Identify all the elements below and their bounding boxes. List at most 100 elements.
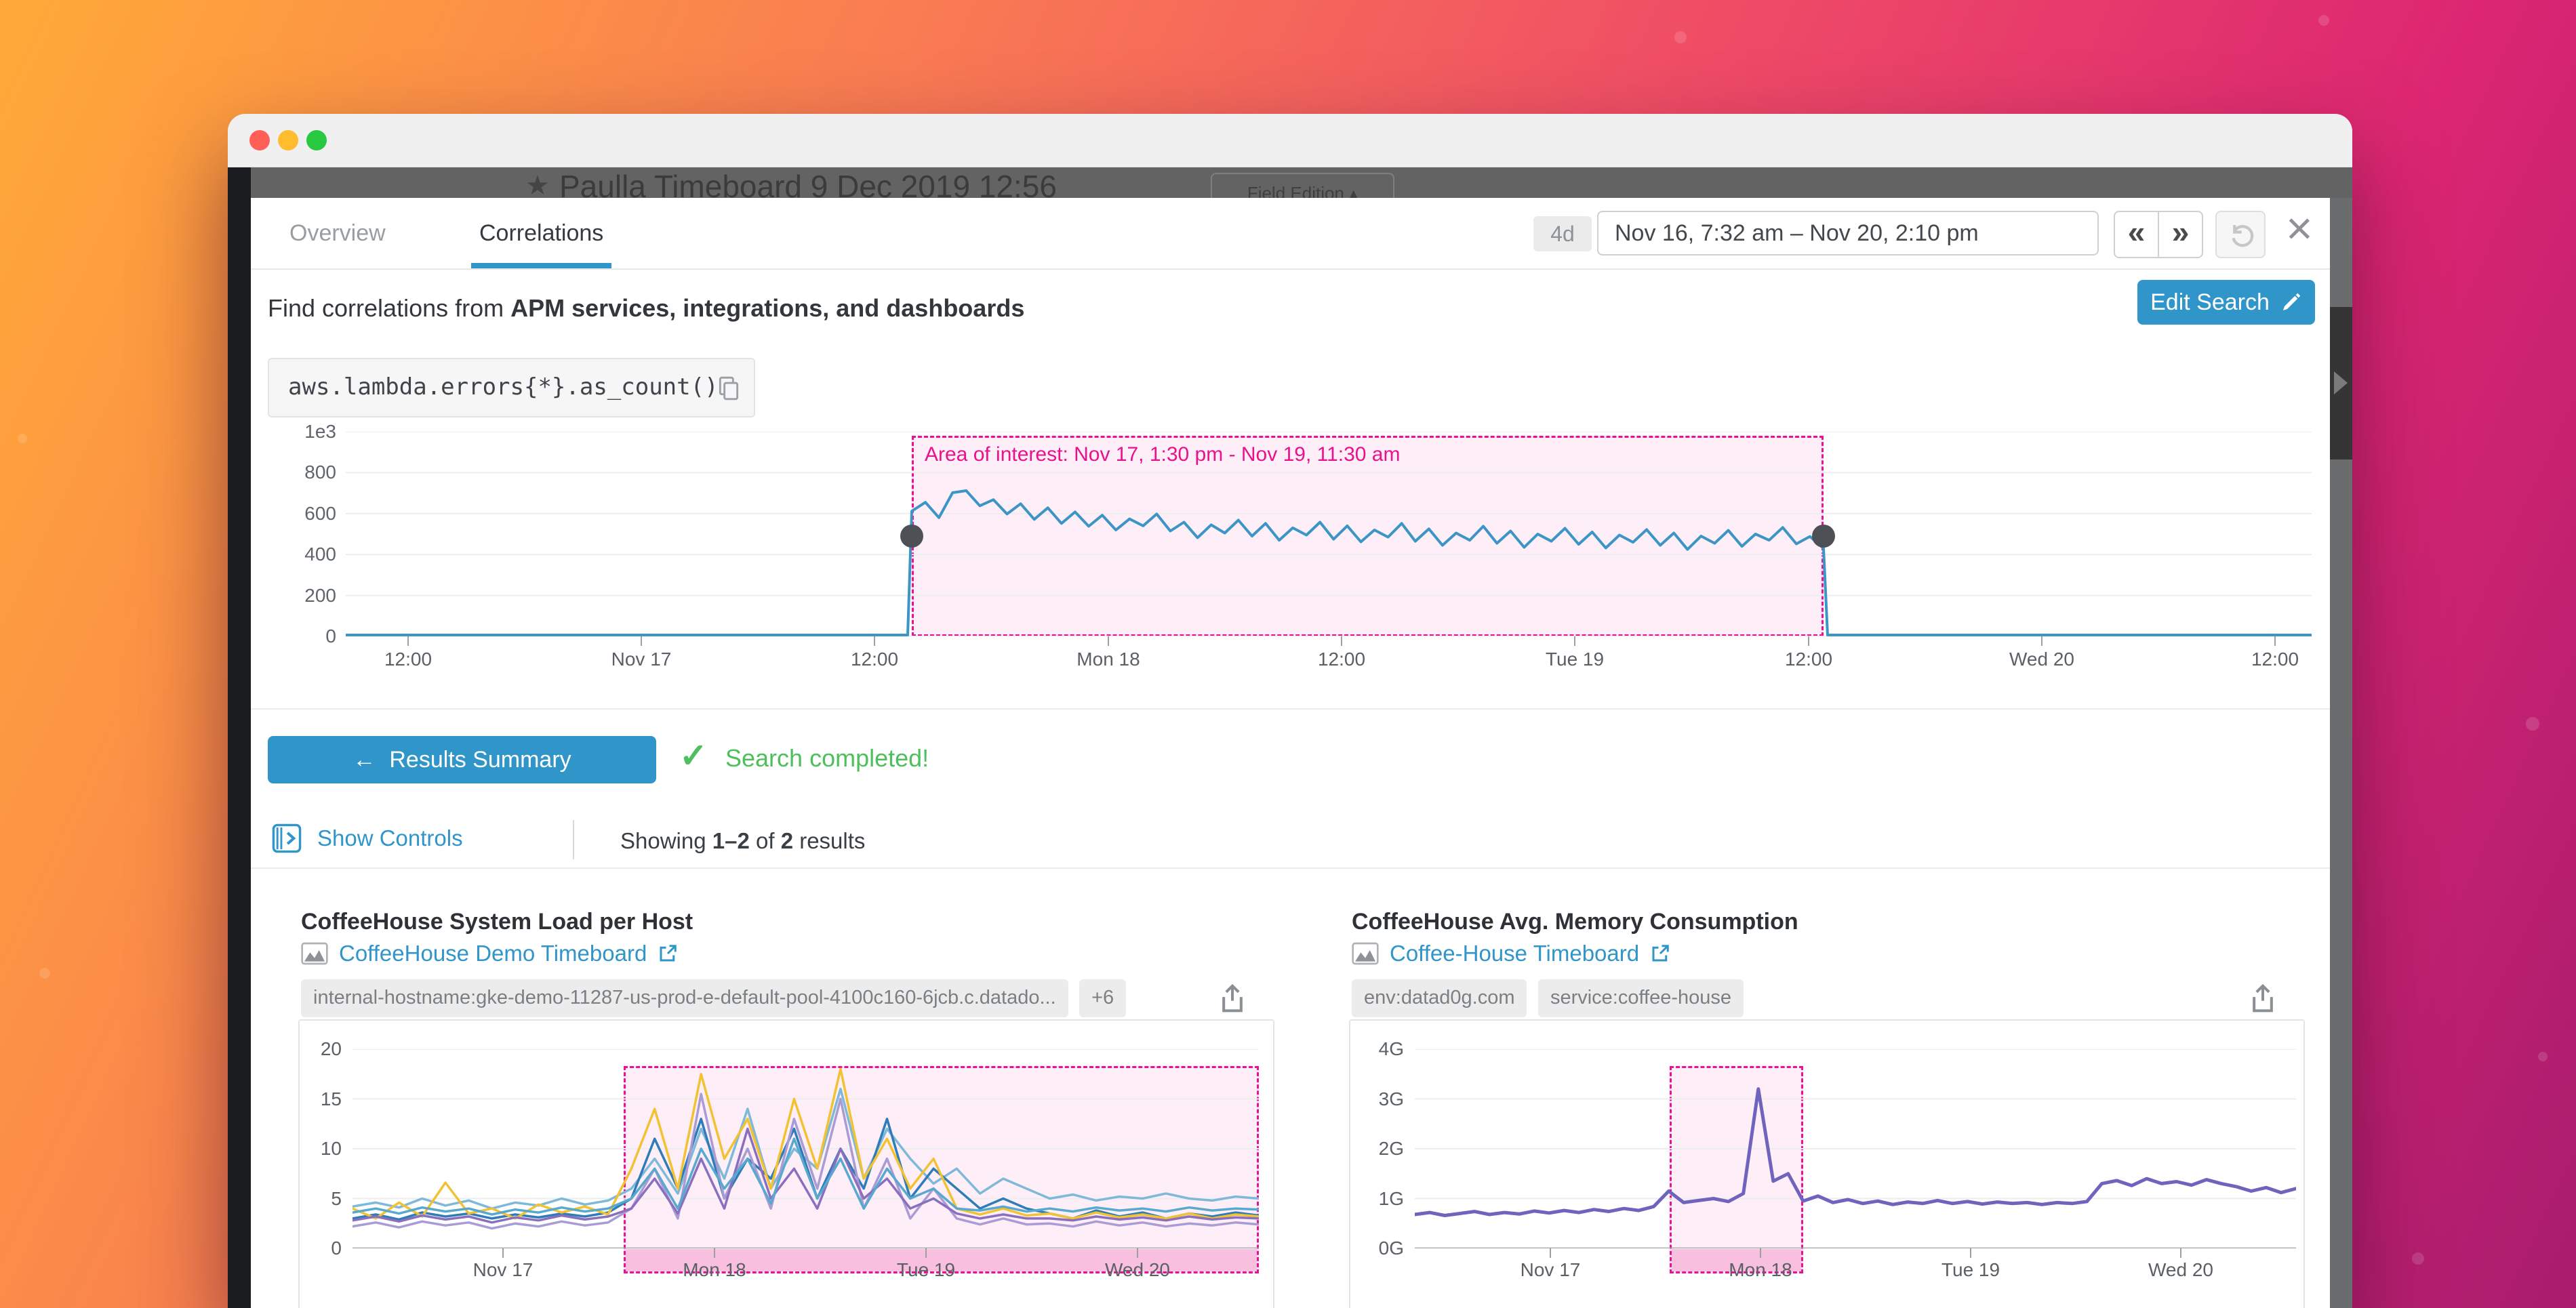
tag-pill[interactable]: internal-hostname:gke-demo-11287-us-prod… xyxy=(301,979,1068,1017)
edit-search-button[interactable]: Edit Search xyxy=(2137,280,2315,325)
x-tick-label: Tue 19 xyxy=(1941,1259,2000,1281)
query-pill: aws.lambda.errors{*}.as_count() xyxy=(268,358,755,417)
chart-tick-marks xyxy=(353,1248,1259,1258)
tick-mark xyxy=(925,1248,927,1258)
area-of-interest[interactable]: Area of interest: Nov 17, 1:30 pm - Nov … xyxy=(912,436,1824,636)
tick-mark xyxy=(1137,1248,1138,1258)
window-titlebar xyxy=(228,114,2352,167)
x-tick-label: Wed 20 xyxy=(2009,649,2074,670)
x-tick-label: Nov 17 xyxy=(473,1259,534,1281)
y-tick-label: 1G xyxy=(1354,1189,1404,1208)
close-traffic-light[interactable] xyxy=(249,130,270,150)
result-title: CoffeeHouse Avg. Memory Consumption xyxy=(1352,909,1798,935)
y-tick-label: 0G xyxy=(1354,1239,1404,1258)
tab-overview[interactable]: Overview xyxy=(281,198,394,263)
tick-mark xyxy=(1550,1248,1551,1258)
y-tick-label: 4G xyxy=(1354,1040,1404,1059)
tick-mark xyxy=(1760,1248,1761,1258)
show-controls-icon xyxy=(271,823,302,854)
tick-mark xyxy=(2274,636,2276,646)
result-title: CoffeeHouse System Load per Host xyxy=(301,909,693,935)
page-right-strip xyxy=(2330,198,2352,1308)
minimize-traffic-light[interactable] xyxy=(278,130,298,150)
x-tick-label: 12:00 xyxy=(1318,649,1365,670)
tick-mark xyxy=(1108,636,1109,646)
showing-prefix: Showing xyxy=(620,828,712,853)
x-tick-label: 12:00 xyxy=(384,649,432,670)
divider xyxy=(251,708,2330,710)
show-controls-link[interactable]: Show Controls xyxy=(271,823,463,854)
time-shift-buttons: « » xyxy=(2114,211,2203,258)
browser-window: ★ Paulla Timeboard 9 Dec 2019 12:56 Fiel… xyxy=(228,114,2352,1308)
search-completed-text: Search completed! xyxy=(725,744,929,773)
bg-dot xyxy=(39,968,50,979)
share-icon[interactable] xyxy=(1217,982,1247,1018)
tick-mark xyxy=(1574,636,1575,646)
y-tick-label: 800 xyxy=(271,462,336,483)
panel-toggle[interactable] xyxy=(2330,307,2352,459)
time-span-badge: 4d xyxy=(1533,216,1592,251)
tick-mark xyxy=(2041,636,2042,646)
results-count-text: Showing 1–2 of 2 results xyxy=(620,828,865,854)
results-summary-button[interactable]: ← Results Summary xyxy=(268,736,656,783)
tag-row: env:datad0g.com service:coffee-house xyxy=(1352,979,2305,1019)
area-handle-right[interactable] xyxy=(1812,525,1835,548)
timeboard-icon xyxy=(301,942,328,965)
dashboard-link-row: Coffee-House Timeboard xyxy=(1352,939,1670,968)
y-tick-label: 1e3 xyxy=(271,421,336,443)
zoom-traffic-light[interactable] xyxy=(306,130,327,150)
x-tick-label: 12:00 xyxy=(851,649,898,670)
dashboard-link[interactable]: Coffee-House Timeboard xyxy=(1390,941,1639,966)
time-forward-button[interactable]: » xyxy=(2159,212,2202,257)
share-icon[interactable] xyxy=(2248,982,2278,1018)
tag-pill[interactable]: service:coffee-house xyxy=(1538,979,1744,1017)
tab-correlations[interactable]: Correlations xyxy=(471,198,611,268)
external-link-icon[interactable] xyxy=(1650,943,1670,964)
showing-total: 2 xyxy=(781,828,793,853)
time-range-input[interactable]: Nov 16, 7:32 am – Nov 20, 2:10 pm xyxy=(1597,211,2099,256)
y-tick-label: 0 xyxy=(304,1239,342,1258)
time-reset-button[interactable] xyxy=(2215,211,2266,258)
copy-icon[interactable] xyxy=(716,374,742,406)
dashboard-link[interactable]: CoffeeHouse Demo Timeboard xyxy=(339,941,647,966)
x-tick-label: Mon 18 xyxy=(683,1259,746,1281)
panel-expand-arrow-icon xyxy=(2334,371,2348,394)
area-of-interest xyxy=(1670,1066,1803,1273)
bg-dot xyxy=(2538,1052,2548,1061)
x-tick-label: 12:00 xyxy=(2251,649,2299,670)
edit-search-label: Edit Search xyxy=(2150,289,2270,316)
main-chart-y-axis: 02004006008001e3 xyxy=(271,432,336,636)
x-tick-label: Mon 18 xyxy=(1076,649,1140,670)
bg-dot xyxy=(2526,717,2539,731)
showing-suffix: results xyxy=(793,828,865,853)
query-text: aws.lambda.errors{*}.as_count() xyxy=(288,359,719,415)
area-handle-left[interactable] xyxy=(900,525,923,548)
tick-mark xyxy=(2180,1248,2181,1258)
y-tick-label: 20 xyxy=(304,1040,342,1059)
close-icon[interactable]: × xyxy=(2286,202,2313,255)
chart-tick-marks xyxy=(1415,1248,2296,1258)
time-back-button[interactable]: « xyxy=(2115,212,2159,257)
y-tick-label: 0 xyxy=(271,626,336,647)
y-tick-label: 400 xyxy=(271,544,336,565)
result-chart-1: 05101520 Nov 17Mon 18Tue 19Wed 20 xyxy=(298,1019,1274,1308)
y-tick-label: 15 xyxy=(304,1090,342,1109)
desktop-background: ★ Paulla Timeboard 9 Dec 2019 12:56 Fiel… xyxy=(0,0,2576,1308)
more-tags-pill[interactable]: +6 xyxy=(1079,979,1126,1017)
tick-mark xyxy=(502,1248,504,1258)
tag-pill[interactable]: env:datad0g.com xyxy=(1352,979,1527,1017)
bg-dot xyxy=(2412,1252,2424,1265)
star-icon[interactable]: ★ xyxy=(525,170,550,201)
app-sidebar xyxy=(228,167,251,1308)
tag-row: internal-hostname:gke-demo-11287-us-prod… xyxy=(301,979,1274,1019)
x-tick-label: Wed 20 xyxy=(1105,1259,1170,1281)
dashboard-link-row: CoffeeHouse Demo Timeboard xyxy=(301,939,678,968)
x-tick-label: Tue 19 xyxy=(897,1259,955,1281)
divider xyxy=(573,820,574,859)
browser-page: ★ Paulla Timeboard 9 Dec 2019 12:56 Fiel… xyxy=(228,167,2352,1308)
tick-mark xyxy=(1341,636,1342,646)
x-tick-label: Wed 20 xyxy=(2148,1259,2213,1281)
x-tick-label: 12:00 xyxy=(1785,649,1832,670)
external-link-icon[interactable] xyxy=(658,943,678,964)
y-tick-label: 5 xyxy=(304,1189,342,1208)
